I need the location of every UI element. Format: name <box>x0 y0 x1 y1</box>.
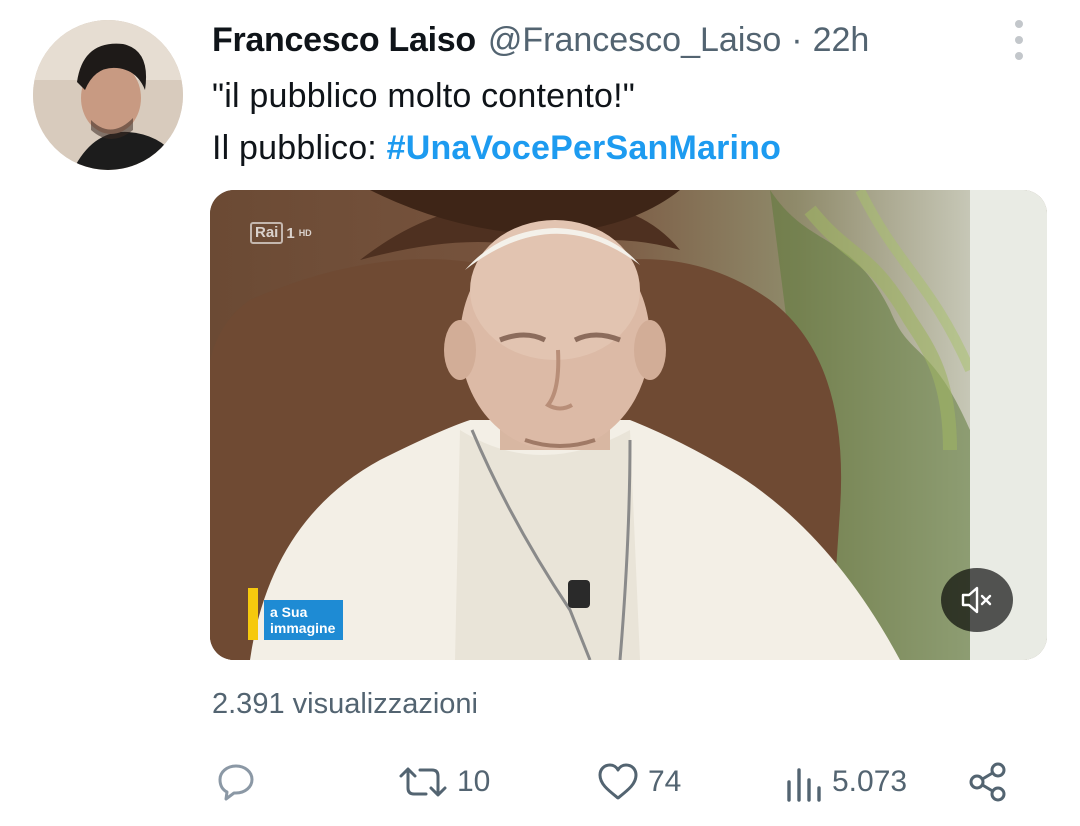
mute-button[interactable] <box>941 568 1013 632</box>
views-count: 5.073 <box>832 765 908 798</box>
author-handle[interactable]: @Francesco_Laiso <box>488 21 781 60</box>
avatar-image <box>33 20 183 170</box>
reply-button[interactable] <box>212 752 260 812</box>
tweet-actions: 10 74 5.073 <box>212 752 1017 812</box>
retweet-button[interactable]: 10 <box>395 752 490 812</box>
view-count: 2.391 visualizzazioni <box>212 688 478 720</box>
author-display-name[interactable]: Francesco Laiso <box>212 21 476 60</box>
channel-number: 1 <box>286 224 295 242</box>
tweet-text-line-1: "il pubblico molto contento!" <box>212 77 636 115</box>
tweet-text-prefix: Il pubblico: <box>212 129 387 167</box>
tweet-text: "il pubblico molto contento!" Il pubblic… <box>212 70 1052 174</box>
channel-hd: HD <box>298 228 312 238</box>
program-logo: a Sua immagine <box>248 588 344 640</box>
like-button[interactable]: 74 <box>594 752 681 812</box>
channel-logo-text: Rai <box>250 222 284 244</box>
program-logo-bar <box>248 588 258 640</box>
avatar[interactable] <box>33 20 183 170</box>
header-separator: · <box>791 20 803 59</box>
channel-logo: Rai 1 HD <box>250 222 312 244</box>
share-button[interactable] <box>964 752 1012 812</box>
program-logo-line-1: a Sua <box>270 604 308 620</box>
views-button[interactable]: 5.073 <box>782 752 907 812</box>
bar-chart-icon <box>787 768 821 802</box>
retweet-count: 10 <box>457 765 491 798</box>
more-options-icon[interactable] <box>1012 20 1026 60</box>
tweet-header: Francesco Laiso @Francesco_Laiso · 22h <box>212 16 1060 64</box>
hashtag-link[interactable]: #UnaVocePerSanMarino <box>387 129 782 167</box>
tweet-timestamp[interactable]: 22h <box>813 21 870 60</box>
heart-icon <box>598 763 638 800</box>
volume-muted-icon <box>961 586 992 614</box>
share-icon <box>969 762 1006 802</box>
program-logo-line-2: immagine <box>270 620 336 636</box>
reply-icon <box>218 764 254 801</box>
tweet-video[interactable]: Rai 1 HD a Sua immagine <box>210 190 1047 660</box>
like-count: 74 <box>648 765 682 798</box>
program-logo-text: a Sua immagine <box>264 600 344 640</box>
tweet-text-line-2: Il pubblico: #UnaVocePerSanMarino <box>212 122 1052 174</box>
retweet-icon <box>399 767 447 797</box>
